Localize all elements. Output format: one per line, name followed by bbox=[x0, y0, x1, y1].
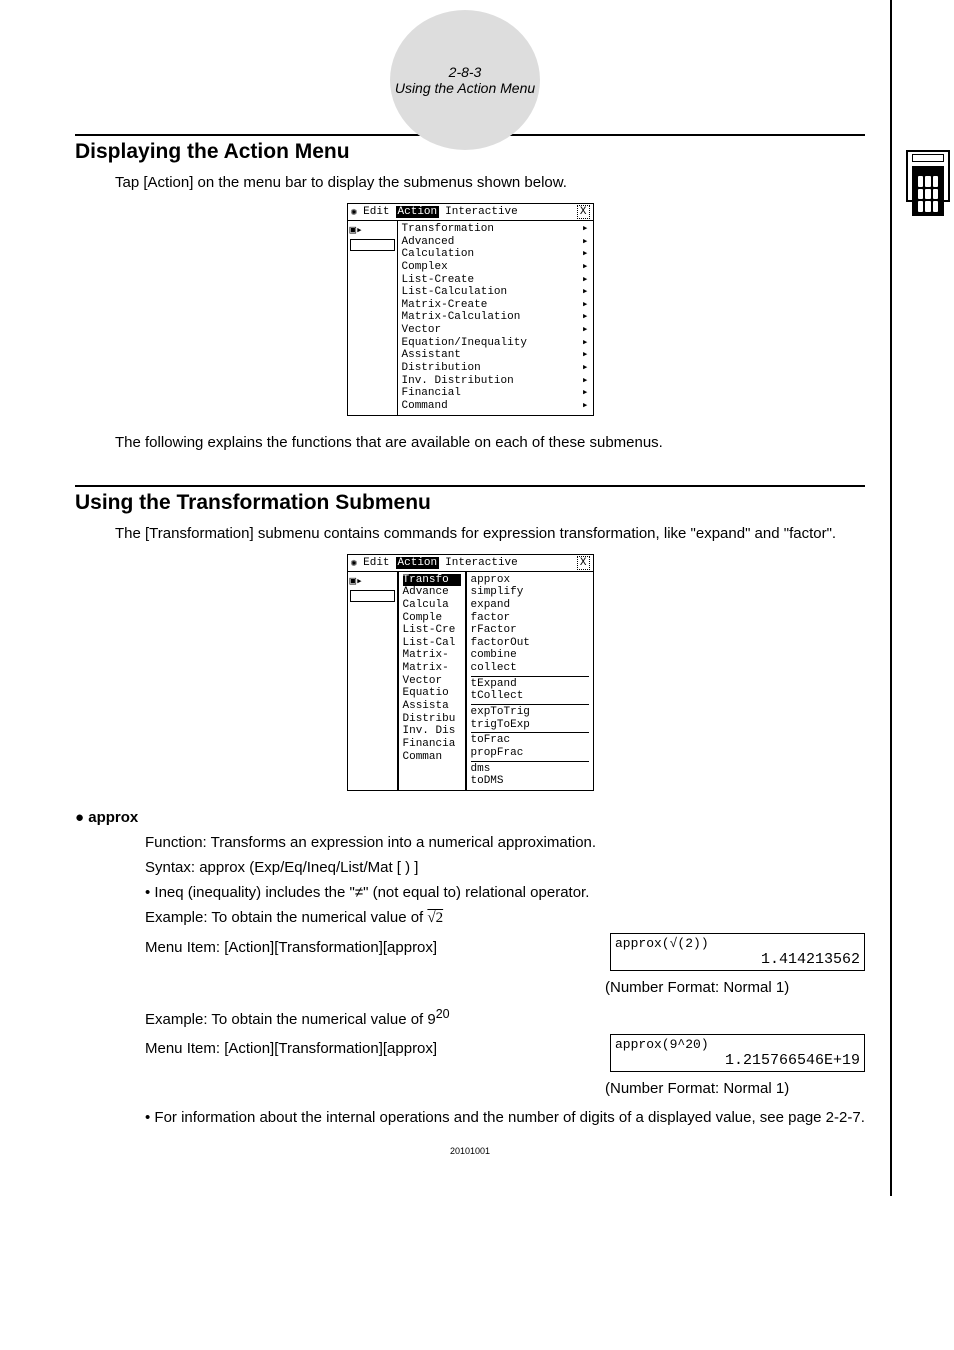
approx-footnote-text: For information about the internal opera… bbox=[154, 1109, 864, 1126]
action-menu-item-trunc: Matrix- bbox=[403, 662, 461, 675]
approx-ineq-text: Ineq (inequality) includes the "≠" (not … bbox=[154, 884, 589, 901]
action-menu-item-trunc: List-Cre bbox=[403, 624, 461, 637]
transformation-submenu-list: approxsimplifyexpandfactorrFactorfactorO… bbox=[466, 572, 593, 790]
action-menu-item: Financial bbox=[402, 387, 589, 400]
calc-toolbar: ▣▸ bbox=[348, 221, 398, 415]
out1-cmd: approx(√(2)) bbox=[615, 936, 860, 951]
action-menu-item: Matrix-Create bbox=[402, 299, 589, 312]
section-rule-2 bbox=[75, 485, 865, 487]
transformation-menu-screenshot: ✺ Edit Action Interactive X ▣▸ TransfoAd… bbox=[347, 554, 594, 791]
section2-heading: Using the Transformation Submenu bbox=[75, 491, 865, 515]
action-menu-item: List-Create bbox=[402, 274, 589, 287]
transformation-item: rFactor bbox=[471, 624, 589, 637]
footer-code: 20101001 bbox=[75, 1146, 865, 1156]
calc-output-1: approx(√(2)) 1.414213562 bbox=[610, 933, 865, 971]
section1-after: The following explains the functions tha… bbox=[115, 432, 865, 453]
action-menu-item: Matrix-Calculation bbox=[402, 311, 589, 324]
action-menu-item-trunc: Vector bbox=[403, 675, 461, 688]
number-format-2: (Number Format: Normal 1) bbox=[605, 1078, 865, 1099]
page-header-title: Using the Action Menu bbox=[395, 80, 535, 96]
action-submenu-truncated: TransfoAdvanceCalculaCompleList-CreList-… bbox=[398, 572, 466, 790]
section1-intro: Tap [Action] on the menu bar to display … bbox=[115, 172, 865, 193]
ex1-label: Example: To obtain the numerical value o… bbox=[145, 909, 427, 926]
transformation-item: toDMS bbox=[471, 775, 589, 788]
action-menu-item: Transformation bbox=[402, 223, 589, 236]
transformation-item: tCollect bbox=[471, 690, 589, 703]
number-format-1: (Number Format: Normal 1) bbox=[605, 977, 865, 998]
approx-menuitem-1: Menu Item: [Action][Transformation][appr… bbox=[145, 937, 589, 958]
calc-output-2: approx(9^20) 1.215766546E+19 bbox=[610, 1034, 865, 1072]
page-header-badge: 2-8-3 Using the Action Menu bbox=[390, 10, 540, 150]
action-menu-screenshot: ✺ Edit Action Interactive X ▣▸ Transform… bbox=[347, 203, 594, 416]
approx-function: Function: Transforms an expression into … bbox=[145, 832, 865, 853]
approx-menuitem-2: Menu Item: [Action][Transformation][appr… bbox=[145, 1038, 589, 1059]
approx-ineq-note: • Ineq (inequality) includes the "≠" (no… bbox=[145, 882, 865, 903]
transformation-item: combine bbox=[471, 649, 589, 662]
transformation-item: trigToExp bbox=[471, 719, 589, 732]
close-icon: X bbox=[577, 556, 590, 570]
action-menu-item: Equation/Inequality bbox=[402, 337, 589, 350]
action-menu-item-trunc: Equatio bbox=[403, 687, 461, 700]
transformation-item: expToTrig bbox=[471, 706, 589, 719]
transformation-item: collect bbox=[471, 662, 589, 675]
menu-app-icon: ✺ bbox=[351, 556, 358, 570]
action-submenu-list: TransformationAdvancedCalculationComplex… bbox=[398, 221, 593, 415]
action-menu-item-trunc: Financia bbox=[403, 738, 461, 751]
action-menu-item-trunc: Inv. Dis bbox=[403, 725, 461, 738]
approx-syntax: Syntax: approx (Exp/Eq/Ineq/List/Mat [ )… bbox=[145, 857, 865, 878]
transformation-item: simplify bbox=[471, 586, 589, 599]
action-menu-item: Vector bbox=[402, 324, 589, 337]
action-menu-item: Assistant bbox=[402, 349, 589, 362]
transformation-item: dms bbox=[471, 763, 589, 776]
out2-result: 1.215766546E+19 bbox=[615, 1052, 860, 1069]
menu-interactive: Interactive bbox=[445, 206, 518, 218]
action-menu-item: Calculation bbox=[402, 248, 589, 261]
section2-intro: The [Transformation] submenu contains co… bbox=[115, 523, 865, 544]
transformation-item: approx bbox=[471, 574, 589, 587]
action-menu-item-trunc: List-Cal bbox=[403, 637, 461, 650]
transformation-item: expand bbox=[471, 599, 589, 612]
action-menu-item: Inv. Distribution bbox=[402, 375, 589, 388]
approx-heading: ● approx bbox=[75, 807, 865, 828]
transformation-item: toFrac bbox=[471, 734, 589, 747]
page-ref: 2-8-3 bbox=[449, 64, 482, 80]
menu-edit: Edit bbox=[363, 557, 389, 569]
menu-app-icon: ✺ bbox=[351, 205, 358, 219]
ex2-exponent: 20 bbox=[436, 1007, 450, 1021]
out2-cmd: approx(9^20) bbox=[615, 1037, 860, 1052]
approx-footnote: • For information about the internal ope… bbox=[145, 1107, 865, 1128]
action-menu-item: List-Calculation bbox=[402, 286, 589, 299]
transformation-item: factorOut bbox=[471, 637, 589, 650]
action-menu-item-trunc: Calcula bbox=[403, 599, 461, 612]
ex2-label: Example: To obtain the numerical value o… bbox=[145, 1011, 436, 1028]
transformation-item: propFrac bbox=[471, 747, 589, 760]
action-menu-item-trunc: Advance bbox=[403, 586, 461, 599]
calc-toolbar: ▣▸ bbox=[348, 572, 398, 790]
ex1-sqrt: √2 bbox=[427, 910, 443, 926]
action-menu-item: Distribution bbox=[402, 362, 589, 375]
action-menu-item: Advanced bbox=[402, 236, 589, 249]
approx-example2: Example: To obtain the numerical value o… bbox=[145, 1006, 865, 1030]
out1-result: 1.414213562 bbox=[615, 951, 860, 968]
transformation-item: tExpand bbox=[471, 678, 589, 691]
calculator-icon bbox=[906, 150, 950, 202]
approx-example1: Example: To obtain the numerical value o… bbox=[145, 907, 865, 929]
action-menu-item: Command bbox=[402, 400, 589, 413]
menu-action: Action bbox=[396, 557, 440, 569]
menu-action: Action bbox=[396, 206, 440, 218]
calc-menubar-2: ✺ Edit Action Interactive X bbox=[348, 555, 593, 572]
calc-menubar: ✺ Edit Action Interactive X bbox=[348, 204, 593, 221]
transformation-item: factor bbox=[471, 612, 589, 625]
action-menu-item-trunc: Distribu bbox=[403, 713, 461, 726]
action-menu-item-trunc: Matrix- bbox=[403, 649, 461, 662]
action-menu-item-trunc: Comman bbox=[403, 751, 461, 764]
approx-title: approx bbox=[88, 809, 138, 826]
action-menu-item-trunc: Transfo bbox=[403, 574, 461, 587]
action-menu-item-trunc: Assista bbox=[403, 700, 461, 713]
close-icon: X bbox=[577, 205, 590, 219]
menu-interactive: Interactive bbox=[445, 557, 518, 569]
action-menu-item: Complex bbox=[402, 261, 589, 274]
action-menu-item-trunc: Comple bbox=[403, 612, 461, 625]
menu-edit: Edit bbox=[363, 206, 389, 218]
